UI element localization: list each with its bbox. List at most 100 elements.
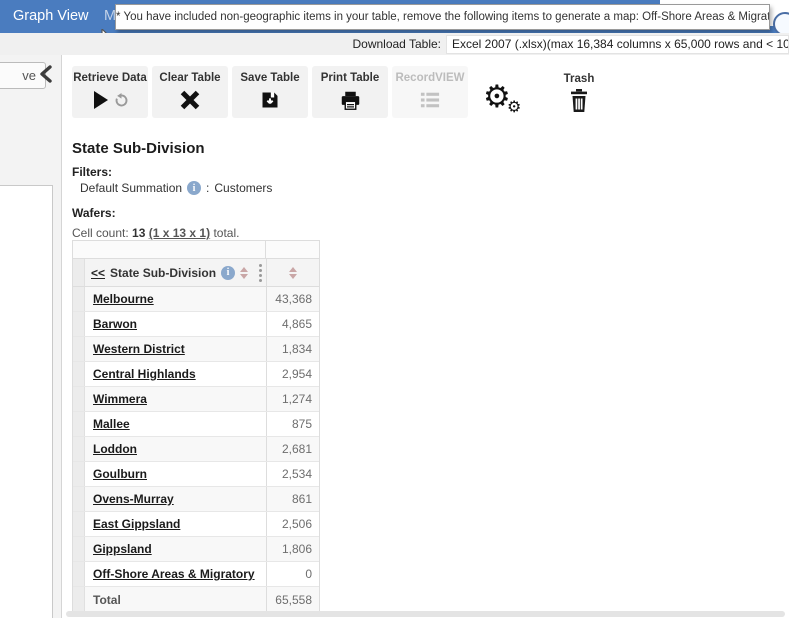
list-icon [419,87,441,113]
row-gutter [73,312,85,336]
row-value: 861 [266,487,319,511]
row-value: 0 [266,562,319,586]
cell-count-line: Cell count: 13 (1 x 13 x 1) total. [72,226,239,240]
table-body: Melbourne43,368Barwon4,865Western Distri… [73,287,319,612]
filters-heading: Filters: [72,165,112,179]
table-row: Wimmera 1,274 [73,387,319,412]
table-row: Loddon 2,681 [73,437,319,462]
column-header-cell: << State Sub-Division i [85,259,266,286]
play-refresh-icon [91,87,129,113]
row-label-link[interactable]: Melbourne [93,292,154,306]
row-value: 65,558 [266,587,319,612]
row-label-link[interactable]: Central Highlands [93,367,196,381]
row-gutter [73,487,85,511]
page-title: State Sub-Division [72,140,205,157]
trash-label: Trash [557,73,601,85]
retrieve-data-label: Retrieve Data [73,72,147,84]
row-gutter [73,537,85,561]
row-gutter [73,337,85,361]
row-label-link[interactable]: Wimmera [93,392,147,406]
clear-x-icon [180,87,200,113]
column-drag-handle-icon[interactable] [259,264,262,282]
sort-toggle-icon[interactable] [240,267,248,279]
retrieve-data-button[interactable]: Retrieve Data [72,66,148,118]
table-row: Gippsland 1,806 [73,537,319,562]
row-label-link[interactable]: Western District [93,342,185,356]
trash-icon[interactable] [569,89,589,118]
row-gutter [73,562,85,586]
row-gutter [73,362,85,386]
row-label-cell: Goulburn [85,462,266,486]
value-column-header-cell[interactable] [266,259,319,286]
header-gutter [73,259,85,286]
table-row: Ovens-Murray 861 [73,487,319,512]
recordview-label: RecordVIEW [395,72,464,84]
row-value: 1,806 [266,537,319,561]
row-label-link[interactable]: Off-Shore Areas & Migratory [93,567,255,581]
row-label-link[interactable]: Gippsland [93,542,152,556]
row-label-cell: Ovens-Murray [85,487,266,511]
app-window: Graph View Ma * You have included non-ge… [0,0,789,618]
table-header-row: << State Sub-Division i [73,259,319,287]
table-row: Melbourne 43,368 [73,287,319,312]
cell-count-link[interactable]: (1 x 13 x 1) [149,226,210,240]
save-table-label: Save Table [240,72,299,84]
row-label-link[interactable]: East Gippsland [93,517,180,531]
collapse-panel-chevron-icon[interactable] [38,65,54,88]
filter-colon: : [206,181,209,195]
table-total-row: Total 65,558 [73,587,319,612]
total-label: Total [93,593,121,607]
row-value: 875 [266,412,319,436]
table-row: Mallee 875 [73,412,319,437]
row-label-cell: Mallee [85,412,266,436]
value-sort-toggle-icon[interactable] [289,267,297,279]
column-info-icon[interactable]: i [221,266,235,280]
recordview-button: RecordVIEW [392,66,468,118]
gear-small-icon: ⚙ [507,97,521,116]
main-content: Retrieve Data Clear Table Save Table [62,55,789,618]
row-label-cell: Off-Shore Areas & Migratory [85,562,266,586]
column-header-label: State Sub-Division [110,266,216,280]
save-icon [260,87,280,113]
horizontal-scrollbar[interactable] [66,611,785,617]
row-gutter [73,412,85,436]
row-value: 1,834 [266,337,319,361]
table-top-left-cell [73,241,266,258]
table-row: East Gippsland2,506 [73,512,319,537]
print-table-label: Print Table [321,72,380,84]
row-label-link[interactable]: Goulburn [93,467,147,481]
row-label-cell: East Gippsland [85,512,266,536]
tab-graph-view[interactable]: Graph View [13,0,89,33]
print-table-button[interactable]: Print Table [312,66,388,118]
row-value: 2,681 [266,437,319,461]
filter-line: Default Summation i : Customers [80,181,272,195]
filter-value: Customers [214,181,272,195]
table-toolbar: Retrieve Data Clear Table Save Table [72,66,468,118]
row-label-cell: Western District [85,337,266,361]
clear-table-button[interactable]: Clear Table [152,66,228,118]
row-value: 43,368 [266,287,319,311]
info-icon[interactable]: i [187,181,201,195]
data-table: << State Sub-Division i Melbourne 43,368 B… [72,240,320,613]
collapse-column-link[interactable]: << [91,266,105,280]
download-format-select[interactable]: Excel 2007 (.xlsx)(max 16,384 columns x … [446,35,789,54]
row-label-cell: Melbourne [85,287,266,311]
left-sidebar: ve [0,55,62,618]
row-label-link[interactable]: Loddon [93,442,137,456]
cell-count-suffix: total. [210,226,239,240]
row-value: 4,865 [266,312,319,336]
row-gutter [73,387,85,411]
printer-icon [340,87,361,113]
row-label-link[interactable]: Mallee [93,417,130,431]
wafers-heading: Wafers: [72,206,116,220]
save-table-button[interactable]: Save Table [232,66,308,118]
row-gutter [73,512,85,536]
row-label-cell: Barwon [85,312,266,336]
row-label-link[interactable]: Barwon [93,317,137,331]
row-label-link[interactable]: Ovens-Murray [93,492,174,506]
map-warning-tooltip: * You have included non-geographic items… [115,4,770,30]
settings-gears-icon[interactable]: ⚙ ⚙ [483,81,529,123]
row-value: 1,274 [266,387,319,411]
cell-count-prefix: Cell count: [72,226,132,240]
table-row: Western District 1,834 [73,337,319,362]
